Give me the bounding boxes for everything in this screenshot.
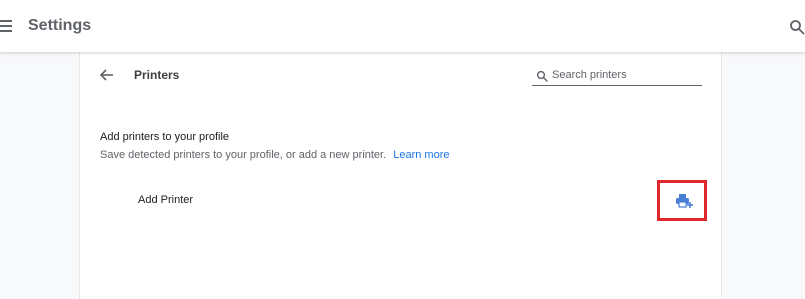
search-icon[interactable] bbox=[789, 19, 805, 35]
top-app-bar: Settings bbox=[0, 0, 805, 52]
back-arrow-icon[interactable] bbox=[98, 66, 116, 84]
section-heading: Add printers to your profile bbox=[100, 131, 230, 143]
search-printers-field[interactable] bbox=[532, 66, 702, 86]
hamburger-menu-icon[interactable] bbox=[0, 17, 14, 37]
search-printers-input[interactable] bbox=[552, 67, 700, 83]
section-description: Save detected printers to your profile, … bbox=[100, 149, 450, 161]
learn-more-link[interactable]: Learn more bbox=[393, 149, 449, 161]
page-title: Printers bbox=[134, 68, 180, 82]
printers-card: Printers Add printers to your profile Sa… bbox=[79, 52, 722, 299]
add-printer-icon bbox=[676, 194, 693, 208]
add-printer-label: Add Printer bbox=[138, 194, 194, 206]
search-icon bbox=[536, 69, 548, 82]
add-printer-button[interactable] bbox=[657, 180, 707, 221]
section-description-text: Save detected printers to your profile, … bbox=[100, 149, 387, 161]
add-printer-row: Add Printer bbox=[100, 180, 703, 222]
app-title: Settings bbox=[28, 17, 92, 34]
